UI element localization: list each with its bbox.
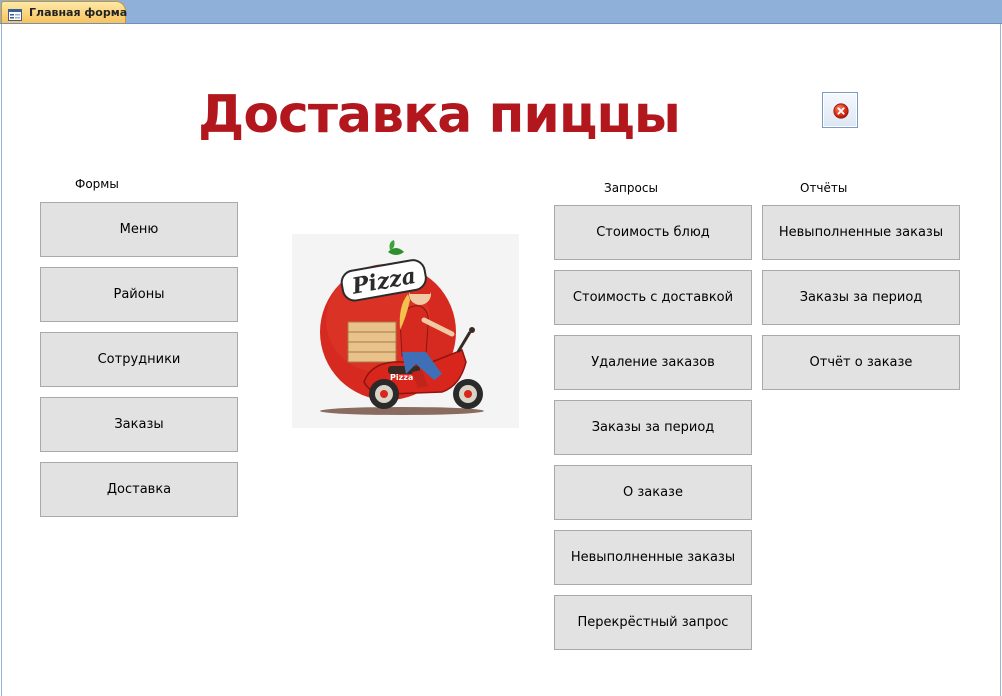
orders-button[interactable]: Заказы xyxy=(40,397,238,452)
query-dish-cost-button[interactable]: Стоимость блюд xyxy=(554,205,752,260)
reports-section-label: Отчёты xyxy=(800,181,848,195)
menu-button[interactable]: Меню xyxy=(40,202,238,257)
districts-button[interactable]: Районы xyxy=(40,267,238,322)
close-circle-icon xyxy=(833,103,849,119)
form-icon xyxy=(8,6,22,21)
document-tab-strip: Главная форма xyxy=(0,0,1002,24)
delivery-button[interactable]: Доставка xyxy=(40,462,238,517)
forms-section-label: Формы xyxy=(75,177,119,191)
tab-label: Главная форма xyxy=(29,6,128,19)
scooter-logo-text: Pizza xyxy=(390,373,413,382)
query-unfulfilled-orders-button[interactable]: Невыполненные заказы xyxy=(554,530,752,585)
query-cost-with-delivery-button[interactable]: Стоимость с доставкой xyxy=(554,270,752,325)
pizza-delivery-image: Pizza Pizza xyxy=(292,234,519,428)
query-crosstab-button[interactable]: Перекрёстный запрос xyxy=(554,595,752,650)
report-unfulfilled-orders-button[interactable]: Невыполненные заказы xyxy=(762,205,960,260)
query-delete-orders-button[interactable]: Удаление заказов xyxy=(554,335,752,390)
close-form-button[interactable] xyxy=(822,92,858,128)
page-title: Доставка пиццы xyxy=(198,85,681,145)
queries-section-label: Запросы xyxy=(604,181,658,195)
query-orders-for-period-button[interactable]: Заказы за период xyxy=(554,400,752,455)
report-orders-for-period-button[interactable]: Заказы за период xyxy=(762,270,960,325)
report-order-details-button[interactable]: Отчёт о заказе xyxy=(762,335,960,390)
tab-main-form[interactable]: Главная форма xyxy=(1,1,128,23)
employees-button[interactable]: Сотрудники xyxy=(40,332,238,387)
query-about-order-button[interactable]: О заказе xyxy=(554,465,752,520)
